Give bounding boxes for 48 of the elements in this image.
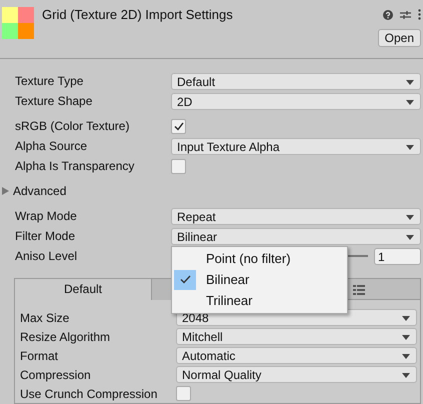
menu-item[interactable]: Trilinear	[172, 290, 347, 311]
dropdown-field[interactable]: Repeat	[171, 208, 421, 224]
foldout-label[interactable]: Advanced	[13, 184, 169, 198]
dropdown-field[interactable]: Bilinear	[171, 228, 421, 244]
dropdown-field[interactable]: Input Texture Alpha	[171, 138, 421, 154]
dropdown-field[interactable]: Automatic	[176, 347, 417, 364]
open-button[interactable]: Open	[378, 29, 421, 47]
field-label: Alpha Is Transparency	[15, 159, 136, 173]
inspector-title: Grid (Texture 2D) Import Settings	[42, 7, 233, 22]
list-icon[interactable]	[353, 285, 365, 295]
field-label: Filter Mode	[15, 229, 76, 243]
check-icon	[180, 275, 190, 284]
sliders-icon[interactable]	[400, 10, 411, 20]
field-label: Texture Shape	[15, 94, 94, 108]
dropdown-field[interactable]: Default	[171, 72, 421, 90]
field-label: Aniso Level	[15, 249, 78, 263]
field-label: Wrap Mode	[15, 209, 78, 223]
field-label: Max Size	[20, 310, 70, 324]
caret-icon	[402, 354, 410, 359]
checkbox[interactable]	[171, 118, 186, 134]
texture-thumbnail	[2, 7, 34, 39]
more-icon[interactable]	[418, 9, 421, 20]
menu-item[interactable]: Point (no filter)	[172, 248, 347, 269]
checkbox[interactable]	[176, 386, 191, 401]
help-icon[interactable]	[383, 10, 393, 20]
caret-icon	[402, 316, 410, 321]
dropdown-field[interactable]: Mitchell	[176, 328, 417, 345]
foldout-arrow-icon[interactable]	[2, 187, 9, 195]
field-label: Use Crunch Compression	[20, 386, 158, 400]
field-label: Format	[20, 348, 60, 362]
dropdown-field[interactable]: Normal Quality	[176, 366, 417, 383]
caret-icon	[406, 234, 414, 240]
field-label: Texture Type	[15, 74, 84, 88]
caret-icon	[402, 373, 410, 378]
caret-icon	[406, 100, 414, 104]
field-label: Resize Algorithm	[20, 330, 112, 344]
check-icon	[174, 122, 184, 130]
caret-icon	[406, 214, 414, 220]
caret-icon	[406, 80, 414, 84]
caret-icon	[406, 144, 414, 150]
field-label: sRGB (Color Texture)	[15, 119, 130, 133]
caret-icon	[402, 335, 410, 340]
field-label: Compression	[20, 368, 92, 382]
field-label: Alpha Source	[15, 139, 88, 153]
checkbox[interactable]	[171, 158, 186, 174]
menu-item[interactable]: Bilinear	[172, 269, 347, 290]
dropdown-field[interactable]: 2D	[171, 92, 421, 110]
number-field[interactable]: 1	[374, 248, 421, 264]
